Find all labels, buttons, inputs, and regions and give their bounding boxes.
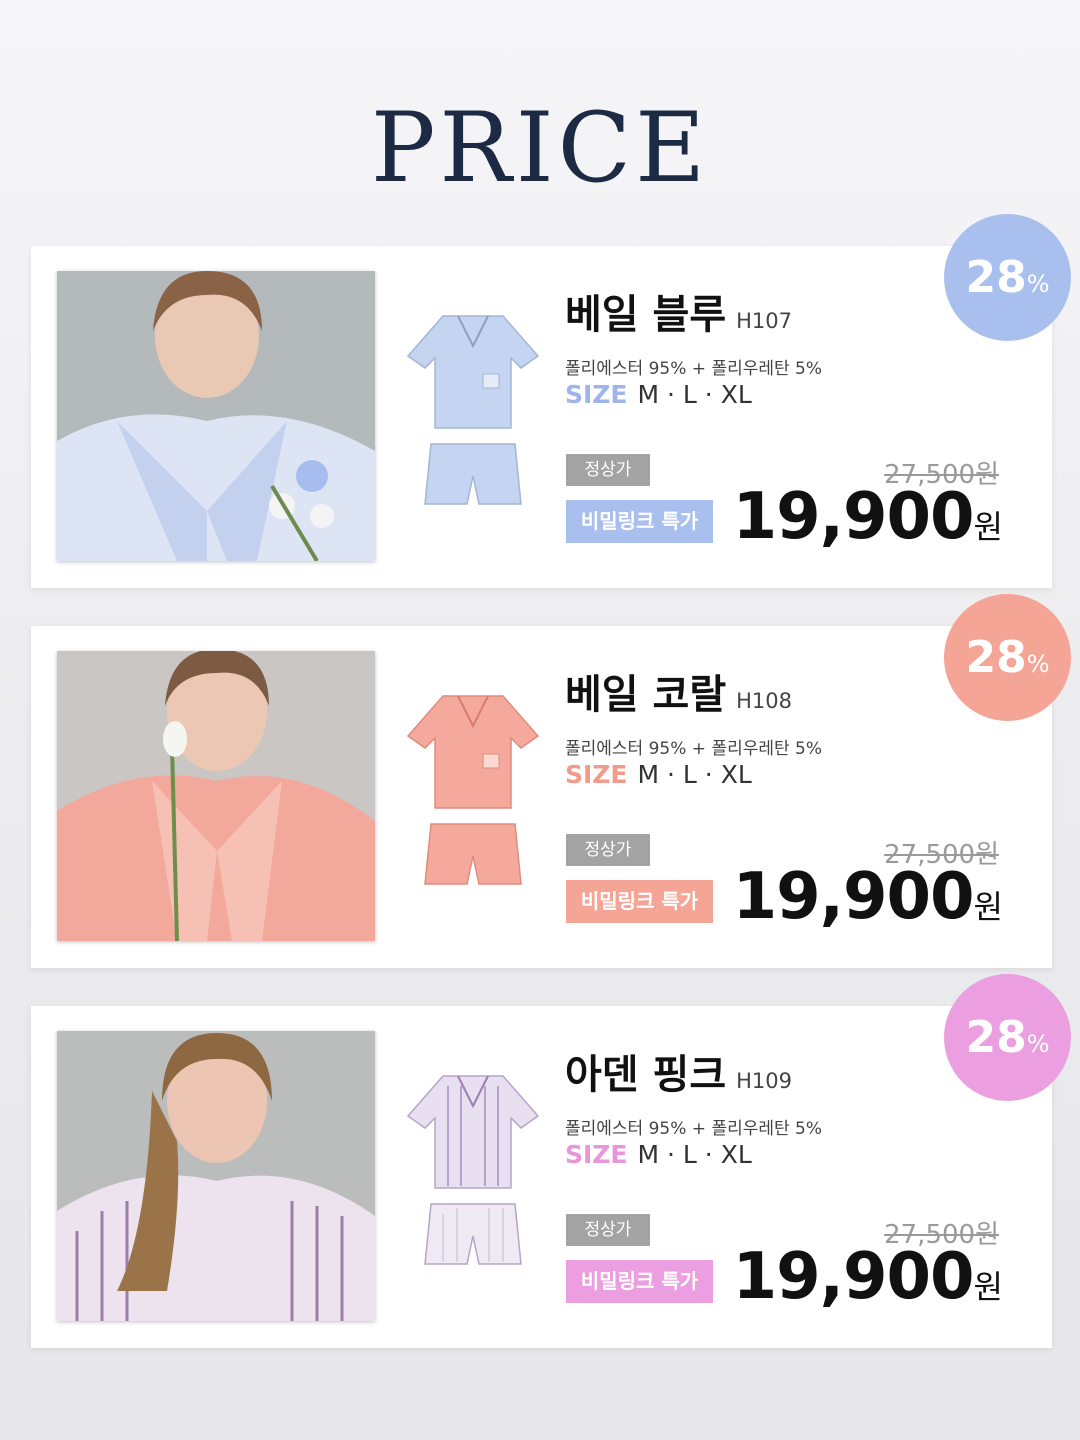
special-price-badge: 비밀링크 특가 xyxy=(566,880,713,923)
material-text: 폴리에스터 95% + 폴리우레탄 5% xyxy=(565,739,823,759)
pajama-set-image xyxy=(403,1066,543,1286)
sale-price-value: 19,900 xyxy=(732,860,975,934)
model-photo xyxy=(57,1031,375,1321)
size-label: SIZE xyxy=(565,380,628,409)
size-options: M · L · XL xyxy=(637,760,752,789)
product-name: 아덴 핑크 xyxy=(565,1052,727,1098)
pajama-set-image xyxy=(403,306,543,526)
product-name: 베일 블루 xyxy=(565,292,727,338)
regular-price-badge: 정상가 xyxy=(566,834,650,866)
discount-value: 28 xyxy=(965,252,1027,303)
page-title: PRICE xyxy=(370,92,710,204)
product-card-veil-blue[interactable]: 베일 블루 H107 폴리에스터 95% + 폴리우레탄 5% SIZE M · L… xyxy=(31,214,1071,588)
product-code: H107 xyxy=(736,309,793,333)
size-row: SIZE M · L · XL xyxy=(565,760,752,789)
product-card-arden-pink[interactable]: 아덴 핑크 H109 폴리에스터 95% + 폴리우레탄 5% SIZE M · L… xyxy=(31,974,1071,1348)
discount-badge: 28% xyxy=(944,594,1071,721)
model-photo xyxy=(57,651,375,941)
discount-unit: % xyxy=(1026,270,1050,298)
regular-price-badge: 정상가 xyxy=(566,454,650,486)
model-photo xyxy=(57,271,375,561)
discount-badge: 28% xyxy=(944,214,1071,341)
sale-price: 19,900원 xyxy=(731,860,1003,934)
size-label: SIZE xyxy=(565,1140,628,1169)
pajama-set-image xyxy=(403,686,543,906)
sale-price-value: 19,900 xyxy=(732,1240,975,1314)
discount-badge: 28% xyxy=(944,974,1071,1101)
size-row: SIZE M · L · XL xyxy=(565,380,752,409)
sale-price-value: 19,900 xyxy=(732,480,975,554)
currency-unit: 원 xyxy=(973,508,1003,546)
material-text: 폴리에스터 95% + 폴리우레탄 5% xyxy=(565,1119,823,1139)
size-label: SIZE xyxy=(565,760,628,789)
sale-price: 19,900원 xyxy=(731,480,1003,554)
special-price-badge: 비밀링크 특가 xyxy=(566,500,713,543)
size-options: M · L · XL xyxy=(637,1140,752,1169)
size-options: M · L · XL xyxy=(637,380,752,409)
product-card-veil-coral[interactable]: 베일 코랄 H108 폴리에스터 95% + 폴리우레탄 5% SIZE M · L… xyxy=(31,594,1071,968)
product-code: H109 xyxy=(736,1069,793,1093)
product-code: H108 xyxy=(736,689,793,713)
currency-unit: 원 xyxy=(973,1268,1003,1306)
currency-unit: 원 xyxy=(973,888,1003,926)
special-price-badge: 비밀링크 특가 xyxy=(566,1260,713,1303)
discount-value: 28 xyxy=(965,632,1027,683)
product-name: 베일 코랄 xyxy=(565,672,727,718)
sale-price: 19,900원 xyxy=(731,1240,1003,1314)
discount-unit: % xyxy=(1026,1030,1050,1058)
size-row: SIZE M · L · XL xyxy=(565,1140,752,1169)
regular-price-badge: 정상가 xyxy=(566,1214,650,1246)
discount-value: 28 xyxy=(965,1012,1027,1063)
material-text: 폴리에스터 95% + 폴리우레탄 5% xyxy=(565,359,823,379)
discount-unit: % xyxy=(1026,650,1050,678)
